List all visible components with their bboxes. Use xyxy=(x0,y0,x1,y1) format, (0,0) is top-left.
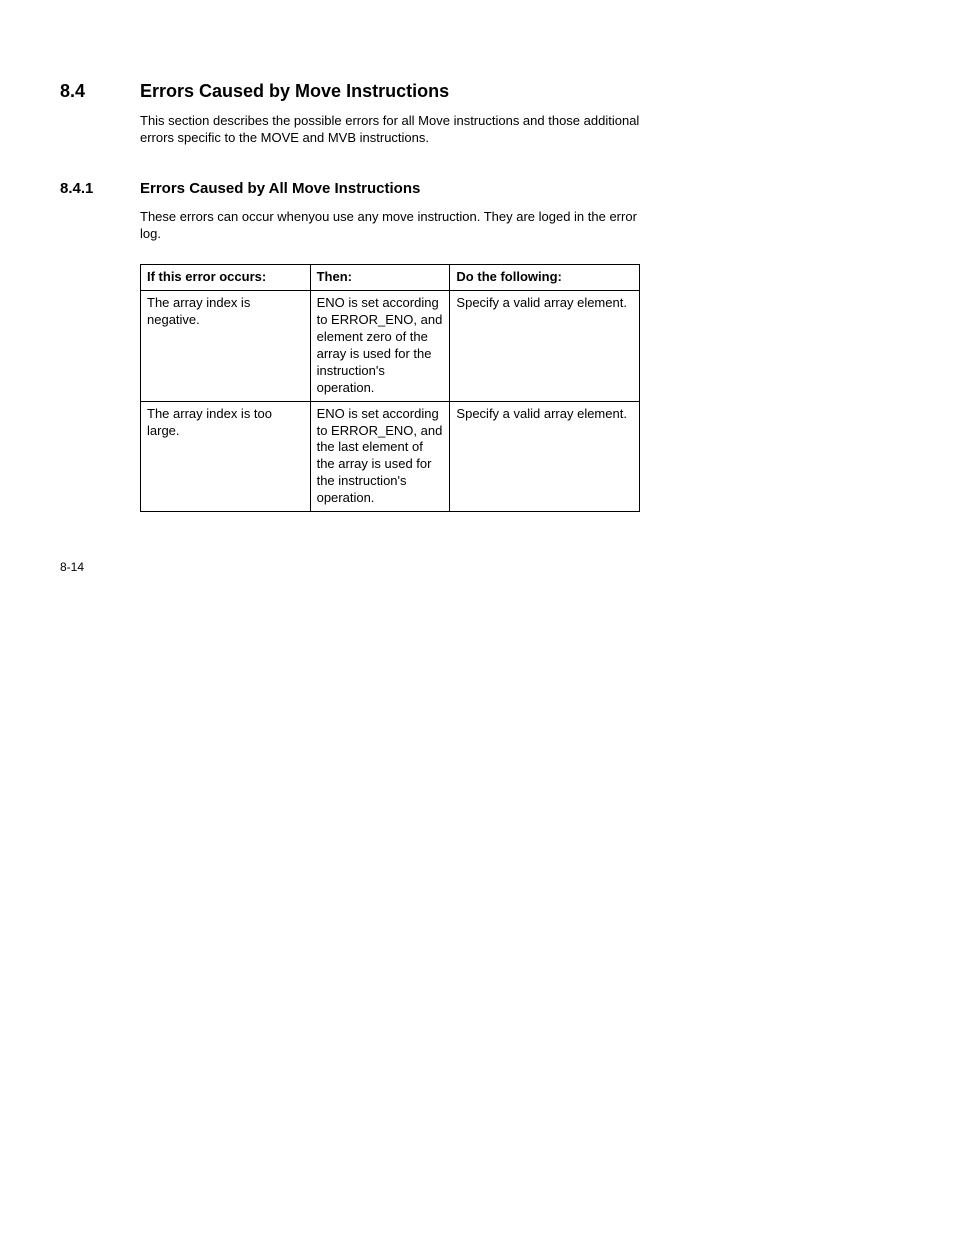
table-header-row: If this error occurs: Then: Do the follo… xyxy=(141,265,640,291)
error-table: If this error occurs: Then: Do the follo… xyxy=(140,264,640,512)
table-header-cell: Do the following: xyxy=(450,265,640,291)
table-row: The array index is too large. ENO is set… xyxy=(141,401,640,511)
table-cell: Specify a valid array element. xyxy=(450,401,640,511)
subsection-number: 8.4.1 xyxy=(60,179,140,199)
subsection-heading-row: 8.4.1 Errors Caused by All Move Instruct… xyxy=(60,179,894,199)
section-heading-row: 8.4 Errors Caused by Move Instructions xyxy=(60,80,894,103)
table-cell: The array index is too large. xyxy=(141,401,311,511)
section-intro-paragraph: This section describes the possible erro… xyxy=(140,113,645,147)
subsection-intro-paragraph: These errors can occur whenyou use any m… xyxy=(140,209,645,243)
table-header-cell: If this error occurs: xyxy=(141,265,311,291)
table-header-cell: Then: xyxy=(310,265,450,291)
section-title: Errors Caused by Move Instructions xyxy=(140,80,449,103)
table-cell: ENO is set according to ERROR_ENO, and t… xyxy=(310,401,450,511)
table-cell: Specify a valid array element. xyxy=(450,291,640,401)
subsection-title: Errors Caused by All Move Instructions xyxy=(140,179,420,199)
table-cell: The array index is negative. xyxy=(141,291,311,401)
document-page: 8.4 Errors Caused by Move Instructions T… xyxy=(0,0,954,1235)
table-cell: ENO is set according to ERROR_ENO, and e… xyxy=(310,291,450,401)
page-number: 8-14 xyxy=(60,560,84,576)
section-number: 8.4 xyxy=(60,80,140,103)
table-row: The array index is negative. ENO is set … xyxy=(141,291,640,401)
